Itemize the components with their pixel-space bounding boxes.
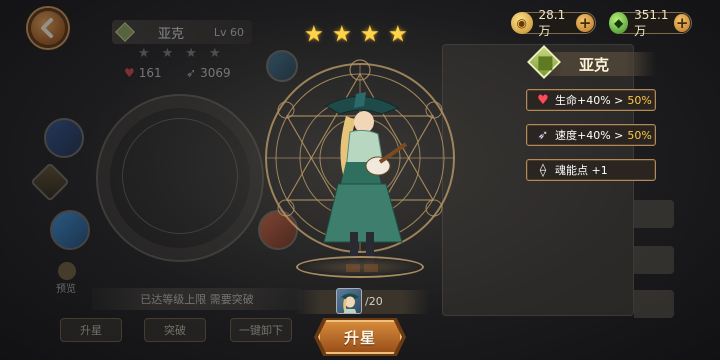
side-avatar-2[interactable] <box>50 210 90 250</box>
hero-mini-portrait-icon <box>341 293 359 313</box>
heart-icon: ♥ <box>537 92 549 108</box>
star-icon: ★ <box>332 22 352 47</box>
background-unequip-all-button[interactable]: 一键卸下 <box>230 318 292 342</box>
star-rating: ★ ★ ★ ★ <box>304 24 410 46</box>
star-icon: ★ <box>360 22 380 47</box>
gold-currency: ◉ 28.1万 + <box>511 8 596 38</box>
requirement-bar <box>294 290 430 314</box>
heart-icon: ♥ <box>124 66 135 80</box>
wing-boot-icon: ➶ <box>186 66 197 80</box>
requirement-count: /20 <box>365 295 383 308</box>
required-hero-avatar[interactable] <box>336 288 362 314</box>
background-stat-speed: ➶ 3069 <box>186 66 231 80</box>
background-side-tab-1[interactable] <box>634 200 674 228</box>
gold-coin-icon: ◉ <box>511 12 533 34</box>
level-cap-banner: 已达等级上限 需要突破 <box>92 288 302 310</box>
faction-diamond-icon <box>115 22 135 42</box>
gem-amount: 351.1万 <box>634 7 669 38</box>
green-gem-icon: ◆ <box>609 12 629 34</box>
side-avatar-1[interactable] <box>44 118 84 158</box>
gem-add-button[interactable]: + <box>674 14 690 32</box>
background-hero-name-bar: 亚克 Lv 60 <box>112 20 252 44</box>
background-star-up-button[interactable]: 升星 <box>60 318 122 342</box>
hero-name-plate: 亚克 <box>527 45 656 79</box>
background-breakthrough-button[interactable]: 突破 <box>144 318 206 342</box>
bonus-row-speed: ➶ 速度+40% > 50% <box>526 124 656 146</box>
soul-crystal-icon: ⟠ <box>539 162 547 178</box>
bonus-row-hp: ♥ 生命+40% > 50% <box>526 89 656 111</box>
background-hero-name: 亚克 <box>158 26 185 42</box>
stat-speed-value: 3069 <box>200 66 231 80</box>
preview-label: 预览 <box>56 284 76 295</box>
bonus-row-soul: ⟠ 魂能点 +1 <box>526 159 656 181</box>
back-button[interactable] <box>28 8 68 48</box>
background-side-tab-2[interactable] <box>634 246 674 274</box>
stat-hp-value: 161 <box>138 66 162 80</box>
gold-amount: 28.1万 <box>538 7 566 38</box>
bonus-speed-value: 50% <box>627 128 652 142</box>
hero-pedestal <box>296 256 424 278</box>
background-stat-hp: ♥ 161 <box>124 66 162 80</box>
bonus-speed-label: 速度+40% > <box>555 129 624 142</box>
gold-add-button[interactable]: + <box>576 14 594 32</box>
star-icon: ★ <box>388 22 408 47</box>
gem-currency: ◆ 351.1万 + <box>609 8 692 38</box>
bonus-hp-label: 生命+40% > <box>555 94 624 107</box>
background-magic-circle-inner <box>122 118 238 234</box>
hero-portrait <box>323 92 408 272</box>
wing-boot-icon: ➶ <box>537 127 549 143</box>
hero-name: 亚克 <box>578 55 609 74</box>
preview-icon[interactable] <box>58 262 76 280</box>
background-stars: ★★★★ <box>138 46 233 61</box>
star-up-button[interactable]: 升星 <box>318 320 402 354</box>
side-diamond-icon[interactable] <box>30 162 70 202</box>
background-hero-level: Lv 60 <box>213 25 244 39</box>
bonus-hp-value: 50% <box>627 93 652 107</box>
back-arrow-icon <box>41 18 53 38</box>
star-icon: ★ <box>304 22 324 47</box>
bonus-soul-label: 魂能点 +1 <box>555 164 608 177</box>
background-side-tab-3[interactable] <box>634 290 674 318</box>
